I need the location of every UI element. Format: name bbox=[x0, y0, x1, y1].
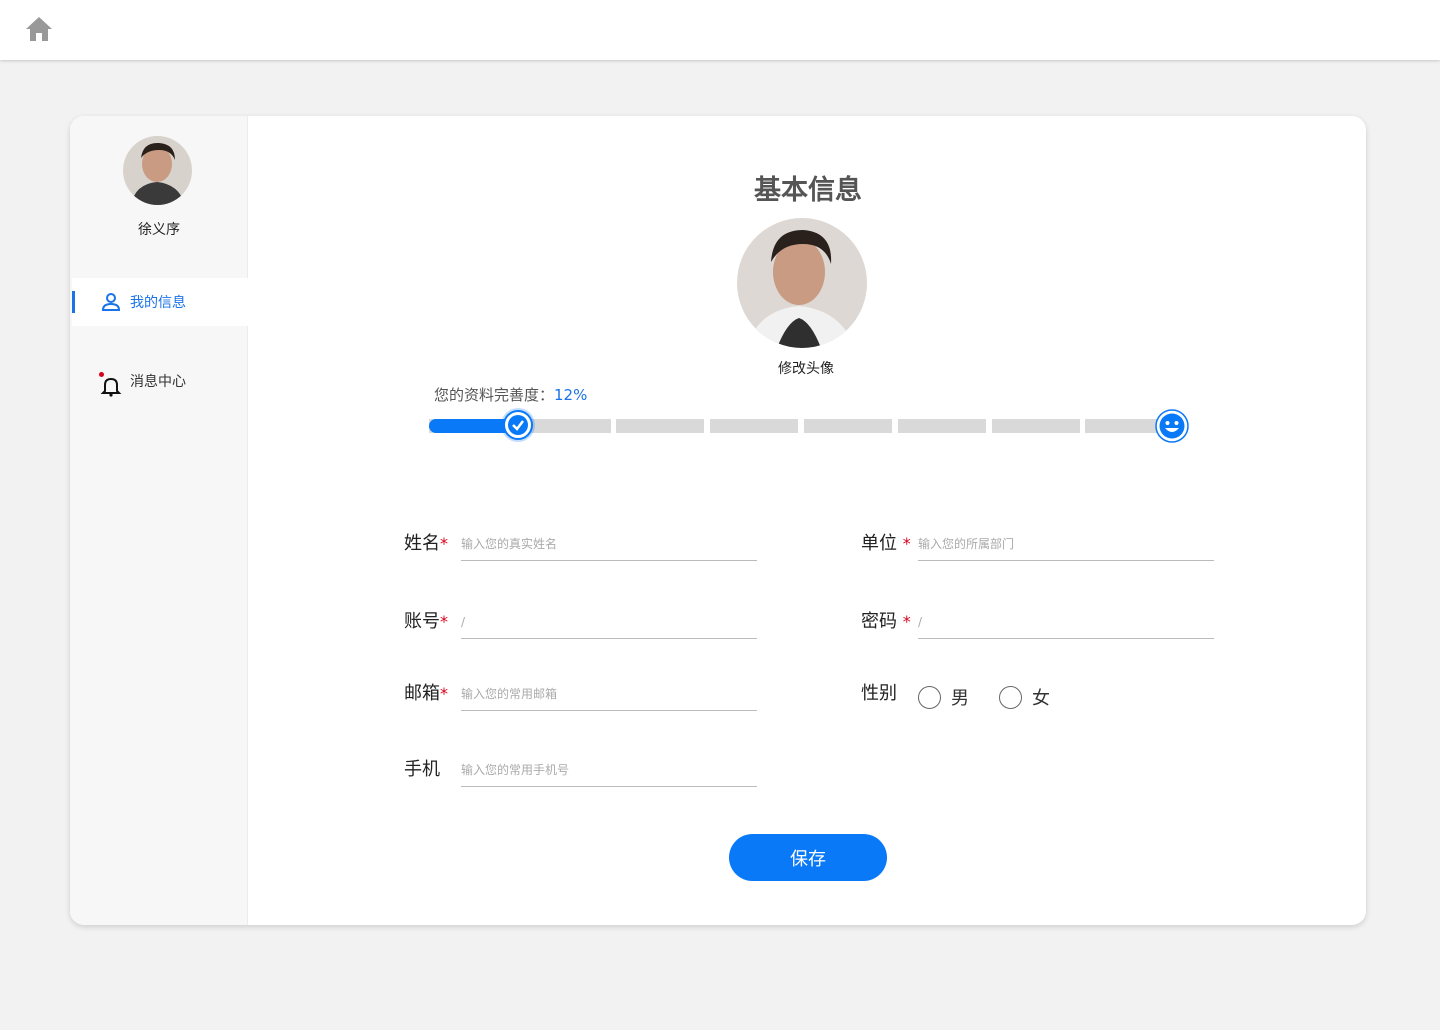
radio-label: 女 bbox=[1032, 688, 1050, 709]
progress-label: 您的资料完善度：12% bbox=[434, 384, 587, 405]
user-icon bbox=[100, 291, 122, 313]
unit-field: 单位 * bbox=[861, 521, 1216, 561]
account-field: 账号* bbox=[404, 599, 759, 639]
save-button[interactable]: 保存 bbox=[729, 834, 887, 881]
progress-value: 12% bbox=[554, 386, 588, 404]
radio-circle[interactable] bbox=[918, 685, 941, 709]
phone-input[interactable] bbox=[461, 747, 757, 787]
account-input[interactable] bbox=[461, 599, 757, 639]
page-title: 基本信息 bbox=[754, 175, 862, 206]
progress-segment bbox=[616, 419, 704, 433]
required-mark: * bbox=[440, 534, 448, 553]
main-panel: 基本信息 修改头像 您的资料完善度：12% 姓名* 输入您的真实姓名 单位 * … bbox=[248, 116, 1366, 925]
top-bar bbox=[0, 0, 1440, 60]
required-mark: * bbox=[440, 684, 448, 703]
radio-circle[interactable] bbox=[999, 685, 1022, 709]
avatar[interactable] bbox=[123, 136, 192, 205]
progress-segment bbox=[804, 419, 892, 433]
account-label: 账号* bbox=[404, 607, 448, 633]
unit-label-text: 单位 bbox=[861, 533, 897, 554]
progress-segment bbox=[898, 419, 986, 433]
active-indicator bbox=[72, 291, 75, 313]
password-input[interactable] bbox=[918, 599, 1214, 639]
name-field: 姓名* bbox=[404, 521, 759, 561]
password-field: 密码 * bbox=[861, 599, 1216, 639]
change-avatar-link[interactable]: 修改头像 bbox=[726, 358, 886, 378]
sidebar-item-label: 消息中心 bbox=[130, 374, 186, 390]
required-mark: * bbox=[902, 612, 911, 631]
progress-bar bbox=[429, 410, 1167, 440]
profile-card: 徐义序 我的信息 消息中心 基本信息 修改头像 您的资料完善度：12% 姓名* … bbox=[70, 116, 1366, 925]
required-mark: * bbox=[902, 534, 911, 553]
password-label-text: 密码 bbox=[861, 611, 897, 632]
progress-segment bbox=[710, 419, 798, 433]
email-label: 邮箱* bbox=[404, 679, 448, 705]
phone-label: 手机 bbox=[404, 759, 440, 780]
home-icon[interactable] bbox=[24, 14, 54, 44]
phone-field: 手机 bbox=[404, 747, 759, 787]
email-input[interactable] bbox=[461, 671, 757, 711]
name-input[interactable] bbox=[461, 521, 757, 561]
progress-label-text: 您的资料完善度： bbox=[434, 386, 555, 404]
gender-field: 性别 bbox=[861, 671, 921, 711]
gender-radio-group: 男 女 bbox=[918, 684, 1080, 710]
gender-male-radio[interactable]: 男 bbox=[918, 684, 969, 710]
bell-icon bbox=[100, 375, 122, 397]
password-label: 密码 * bbox=[861, 607, 911, 633]
name-label: 姓名* bbox=[404, 529, 448, 555]
required-mark: * bbox=[440, 612, 448, 631]
name-label-text: 姓名 bbox=[404, 533, 440, 554]
gender-label: 性别 bbox=[861, 683, 897, 704]
sidebar-item-label: 我的信息 bbox=[130, 295, 186, 311]
gender-female-radio[interactable]: 女 bbox=[999, 684, 1050, 710]
email-label-text: 邮箱 bbox=[404, 683, 440, 704]
email-field: 邮箱* bbox=[404, 671, 759, 711]
account-label-text: 账号 bbox=[404, 611, 440, 632]
sidebar-item-my-info[interactable]: 我的信息 bbox=[72, 278, 248, 326]
smile-icon bbox=[1155, 409, 1189, 443]
radio-label: 男 bbox=[951, 688, 969, 709]
avatar[interactable] bbox=[737, 218, 867, 348]
sidebar: 徐义序 我的信息 消息中心 bbox=[70, 116, 248, 925]
check-icon[interactable] bbox=[503, 410, 533, 440]
sidebar-item-messages[interactable]: 消息中心 bbox=[72, 357, 248, 405]
unit-input[interactable] bbox=[918, 521, 1214, 561]
progress-segment bbox=[992, 419, 1080, 433]
unit-label: 单位 * bbox=[861, 529, 911, 555]
user-name: 徐义序 bbox=[138, 222, 180, 238]
